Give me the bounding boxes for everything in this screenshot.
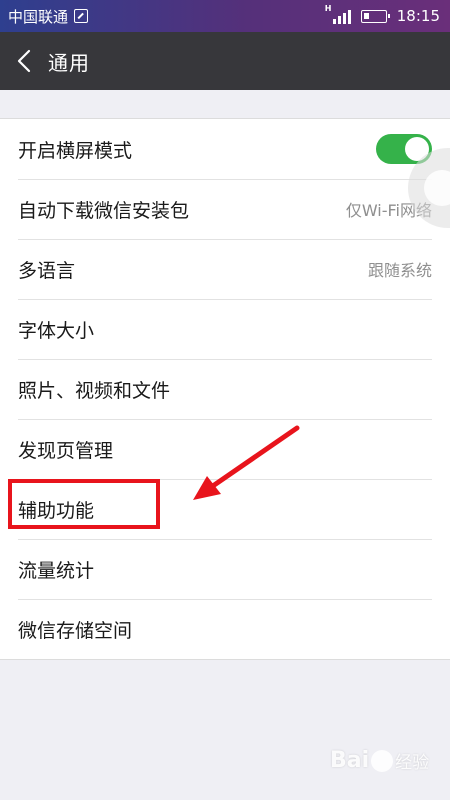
watermark-sub: 经验 — [395, 753, 430, 773]
status-bar: 中国联通 H 18:15 — [0, 0, 450, 32]
settings-item-label: 流量统计 — [18, 559, 95, 582]
settings-item-value: 跟随系统 — [367, 261, 432, 280]
network-type: H — [324, 4, 332, 13]
settings-item-landscape-mode[interactable]: 开启横屏模式 — [0, 119, 450, 179]
annotation-arrow-icon — [193, 425, 300, 500]
settings-item-label: 开启横屏模式 — [18, 139, 133, 162]
settings-item-font-size[interactable]: 字体大小 — [0, 299, 450, 359]
status-left: 中国联通 — [8, 6, 89, 27]
title-bar: 通用 — [0, 32, 450, 90]
settings-item-auto-download[interactable]: 自动下载微信安装包 仅Wi-Fi网络 — [0, 179, 450, 239]
settings-item-storage[interactable]: 微信存储空间 — [0, 599, 450, 659]
carrier-name: 中国联通 — [8, 7, 69, 26]
settings-item-label: 自动下载微信安装包 — [18, 199, 190, 222]
watermark: Bai 经验 — [330, 748, 429, 773]
settings-item-language[interactable]: 多语言 跟随系统 — [0, 239, 450, 299]
settings-item-label: 照片、视频和文件 — [18, 379, 171, 402]
settings-item-label: 发现页管理 — [18, 439, 114, 462]
signal-icon: H — [324, 4, 351, 24]
settings-item-data-usage[interactable]: 流量统计 — [0, 539, 450, 599]
settings-item-label: 多语言 — [18, 259, 76, 282]
settings-item-media-files[interactable]: 照片、视频和文件 — [0, 359, 450, 419]
paw-icon — [371, 749, 394, 772]
watermark-text: Bai — [330, 748, 370, 773]
settings-item-label: 微信存储空间 — [18, 619, 133, 642]
status-right: H 18:15 — [324, 4, 440, 26]
highlight-box — [8, 479, 160, 529]
settings-list: 开启横屏模式 自动下载微信安装包 仅Wi-Fi网络 多语言 跟随系统 字体大小 … — [0, 118, 450, 660]
chevron-left-icon[interactable] — [0, 32, 48, 90]
clock: 18:15 — [396, 7, 440, 25]
screen: 中国联通 H 18:15 通用 开启横屏模式 自动下载微信安装包 仅Wi-Fi网… — [0, 0, 450, 800]
battery-icon — [360, 9, 390, 23]
settings-item-label: 字体大小 — [18, 319, 95, 342]
page-title: 通用 — [48, 50, 90, 75]
sim-icon — [74, 9, 89, 23]
